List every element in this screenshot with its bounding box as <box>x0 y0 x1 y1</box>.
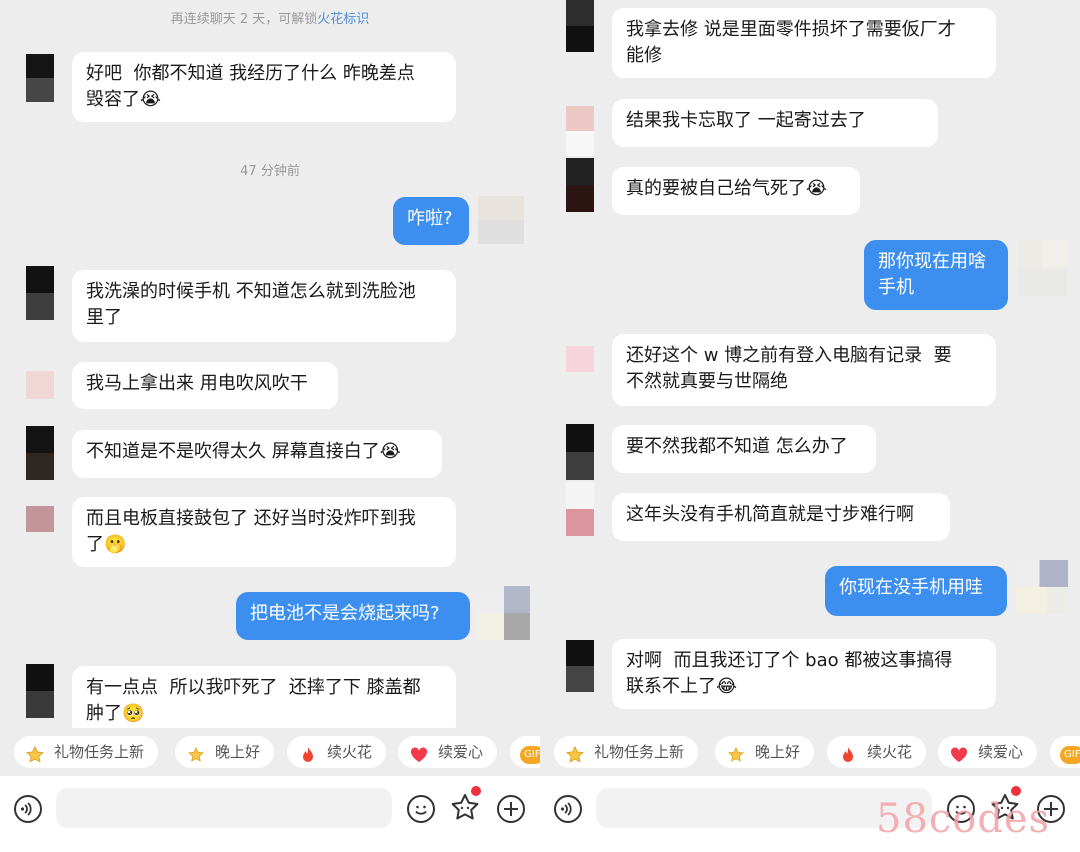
chip-label: 续爱心 <box>978 743 1024 761</box>
message-bubble-received[interactable]: 还好这个 w 博之前有登入电脑有记录 要 不然就真要与世隔绝 <box>612 334 996 406</box>
fire-icon <box>839 743 857 762</box>
quick-reply-bar: 礼物任务上新 晚上好 续火花 续爱心 GIF <box>540 730 1080 774</box>
message-list[interactable]: 再连续聊天 2 天，可解锁火花标识 好吧 你都不知道 我经历了什么 昨晚差点 毁… <box>0 0 540 728</box>
input-bar <box>0 776 540 852</box>
avatar[interactable] <box>566 106 594 156</box>
more-button[interactable] <box>497 795 525 823</box>
avatar[interactable] <box>566 346 594 372</box>
fire-icon <box>299 743 317 762</box>
message-list[interactable]: 我拿去修 说是里面零件损坏了需要仮厂才 能修 结果我卡忘取了 一起寄过去了 真的… <box>540 0 1080 728</box>
spark-hint: 再连续聊天 2 天，可解锁火花标识 <box>0 8 540 27</box>
quick-reply-gif[interactable]: GIF <box>510 736 540 768</box>
chip-label: 晚上好 <box>755 743 801 761</box>
my-avatar[interactable] <box>478 196 524 244</box>
heart-icon <box>950 743 968 762</box>
quick-reply-bar: 礼物任务上新 晚上好 续火花 续爱心 GIF <box>0 730 540 774</box>
chip-label: 续爱心 <box>438 743 484 761</box>
my-avatar[interactable] <box>1016 560 1068 614</box>
my-avatar[interactable] <box>478 586 530 640</box>
message-bubble-received[interactable]: 这年头没有手机简直就是寸步难行啊 <box>612 493 950 541</box>
message-bubble-received[interactable]: 我拿去修 说是里面零件损坏了需要仮厂才 能修 <box>612 8 996 78</box>
gift-star-icon <box>566 743 584 763</box>
notification-dot <box>471 786 481 796</box>
notification-dot <box>1011 786 1021 796</box>
heart-icon <box>410 743 428 762</box>
quick-reply-good-evening[interactable]: 晚上好 <box>715 736 815 768</box>
moon-star-icon <box>727 743 745 762</box>
message-bubble-received[interactable]: 我马上拿出来 用电吹风吹干 <box>72 362 338 409</box>
gif-icon: GIF <box>1060 746 1080 764</box>
avatar[interactable] <box>26 54 54 102</box>
my-avatar[interactable] <box>1017 240 1067 296</box>
message-bubble-received[interactable]: 我洗澡的时候手机 不知道怎么就到洗脸池 里了 <box>72 270 456 342</box>
chip-label: 续火花 <box>867 743 913 761</box>
voice-button[interactable] <box>14 795 42 823</box>
chat-screen-right: 我拿去修 说是里面零件损坏了需要仮厂才 能修 结果我卡忘取了 一起寄过去了 真的… <box>540 0 1080 852</box>
avatar[interactable] <box>566 424 594 480</box>
emoji-button[interactable] <box>407 795 435 823</box>
avatar[interactable] <box>26 664 54 718</box>
message-bubble-received[interactable]: 对啊 而且我还订了个 bao 都被这事搞得 联系不上了😂 <box>612 639 996 709</box>
message-bubble-sent[interactable]: 把电池不是会烧起来吗? <box>236 592 470 640</box>
spark-hint-link[interactable]: 火花标识 <box>317 12 369 27</box>
sticker-button[interactable] <box>449 792 481 824</box>
avatar[interactable] <box>566 0 594 52</box>
message-bubble-sent[interactable]: 你现在没手机用哇 <box>825 566 1007 616</box>
star-face-icon <box>451 794 479 820</box>
chat-screen-left: 再连续聊天 2 天，可解锁火花标识 好吧 你都不知道 我经历了什么 昨晚差点 毁… <box>0 0 540 852</box>
voice-button[interactable] <box>554 795 582 823</box>
voice-icon <box>560 802 572 816</box>
voice-icon <box>20 802 32 816</box>
chip-label: 礼物任务上新 <box>54 743 145 761</box>
message-bubble-received[interactable]: 不知道是不是吹得太久 屏幕直接白了😭 <box>72 430 442 478</box>
chip-label: 晚上好 <box>215 743 261 761</box>
message-bubble-received[interactable]: 而且电板直接鼓包了 还好当时没炸吓到我 了🫢 <box>72 497 456 567</box>
avatar[interactable] <box>26 426 54 480</box>
message-bubble-received[interactable]: 有一点点 所以我吓死了 还摔了下 膝盖都 肿了🥺 <box>72 666 456 728</box>
quick-reply-keep-love[interactable]: 续爱心 <box>938 736 1038 768</box>
quick-reply-keep-spark[interactable]: 续火花 <box>827 736 927 768</box>
message-bubble-received[interactable]: 真的要被自己给气死了😭 <box>612 167 860 215</box>
avatar[interactable] <box>26 266 54 320</box>
quick-reply-gif[interactable]: GIF <box>1050 736 1080 768</box>
quick-reply-gift-task[interactable]: 礼物任务上新 <box>554 736 699 768</box>
chip-label: 礼物任务上新 <box>594 743 685 761</box>
message-bubble-received[interactable]: 好吧 你都不知道 我经历了什么 昨晚差点 毁容了😭 <box>72 52 456 122</box>
avatar[interactable] <box>26 371 54 399</box>
message-bubble-received[interactable]: 结果我卡忘取了 一起寄过去了 <box>612 99 938 147</box>
avatar[interactable] <box>566 158 594 212</box>
message-bubble-sent[interactable]: 那你现在用啥 手机 <box>864 240 1008 310</box>
gif-icon: GIF <box>520 746 540 764</box>
avatar[interactable] <box>566 482 594 536</box>
moon-star-icon <box>187 743 205 762</box>
quick-reply-gift-task[interactable]: 礼物任务上新 <box>14 736 159 768</box>
avatar[interactable] <box>566 640 594 692</box>
quick-reply-keep-love[interactable]: 续爱心 <box>398 736 498 768</box>
emoji-icon <box>415 805 427 815</box>
avatar[interactable] <box>26 506 54 532</box>
message-bubble-sent[interactable]: 咋啦? <box>393 197 469 245</box>
spark-hint-text: 再连续聊天 2 天，可解锁 <box>170 12 318 27</box>
quick-reply-good-evening[interactable]: 晚上好 <box>175 736 275 768</box>
message-bubble-received[interactable]: 要不然我都不知道 怎么办了 <box>612 425 876 473</box>
chip-label: 续火花 <box>327 743 373 761</box>
quick-reply-keep-spark[interactable]: 续火花 <box>287 736 387 768</box>
gift-star-icon <box>26 743 44 763</box>
plus-icon <box>504 802 518 816</box>
message-input[interactable] <box>56 788 392 828</box>
watermark: 58codes <box>876 796 1051 842</box>
timestamp: 47 分钟前 <box>240 164 300 179</box>
